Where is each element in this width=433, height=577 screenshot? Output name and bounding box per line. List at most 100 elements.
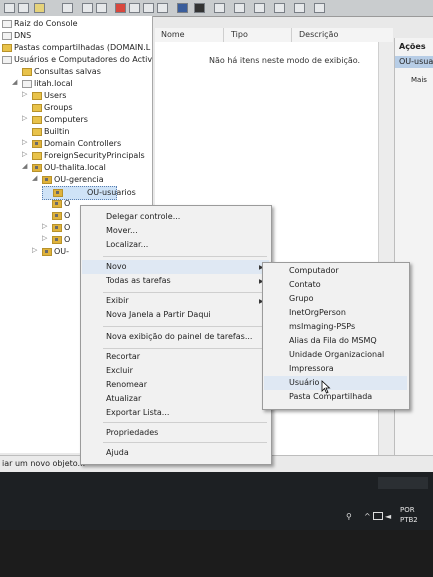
menu-help[interactable]: Ajuda [106,446,129,460]
menu-separator [103,348,267,349]
submenu-computer[interactable]: Computador [289,264,339,278]
mouse-cursor-icon [321,380,331,394]
tree-label: O [64,235,71,244]
column-name[interactable]: Nome [161,30,185,39]
folder-icon [32,128,42,136]
console-root-icon [2,20,12,28]
submenu-user[interactable]: Usuário [289,376,319,390]
menu-move[interactable]: Mover... [106,224,138,238]
menu-delegate-control[interactable]: Delegar controle... [106,210,180,224]
toolbar [0,0,433,17]
copy-icon[interactable] [129,3,140,13]
menu-cut[interactable]: Recortar [106,350,140,364]
back-icon[interactable] [4,3,15,13]
refresh-icon[interactable] [96,3,107,13]
filter-icon[interactable] [274,3,285,13]
actions-header: Ações [399,42,426,51]
tree-label: OU-usuarios [87,188,136,197]
menu-separator [103,442,267,443]
delete-icon[interactable] [115,3,126,13]
tree-label: O [64,211,71,220]
menu-rename[interactable]: Renomear [106,378,147,392]
tree-label: OU-gerencia [54,175,104,184]
column-type[interactable]: Tipo [231,30,248,39]
menu-new[interactable]: Novo [106,260,127,274]
ou-icon [42,248,52,256]
ou-icon [52,200,62,208]
submenu-msimaging-psps[interactable]: msImaging-PSPs [289,320,355,334]
export-icon[interactable] [143,3,154,13]
expand-icon[interactable]: ▷ [22,138,29,146]
column-divider[interactable] [291,28,292,42]
expand-icon[interactable]: ▷ [32,246,39,254]
submenu-msmq-alias[interactable]: Alias da Fila do MSMQ [289,334,377,348]
submenu-organizational-unit[interactable]: Unidade Organizacional [289,348,384,362]
tree-label: Users [44,91,67,100]
show-tree-icon[interactable] [62,3,73,13]
tree-label: Builtin [44,127,70,136]
help-book-icon[interactable] [177,3,188,13]
collapse-icon[interactable]: ◢ [12,78,19,86]
dns-icon [2,32,12,40]
tree-label: ForeignSecurityPrincipals [44,151,145,160]
ad-users-icon [2,56,12,64]
menu-delete[interactable]: Excluir [106,364,133,378]
expand-icon[interactable]: ▷ [42,222,49,230]
menu-all-tasks[interactable]: Todas as tarefas [106,274,171,288]
add-user-icon[interactable] [214,3,225,13]
collapse-icon[interactable]: ◢ [22,162,29,170]
menu-properties[interactable]: Propriedades [106,426,158,440]
tree-label: OU- [54,247,70,256]
collapse-icon[interactable]: ◢ [32,174,39,182]
menu-view[interactable]: Exibir [106,294,129,308]
forward-icon[interactable] [18,3,29,13]
tree-root-label: Raiz do Console [14,19,78,28]
add-group-icon[interactable] [234,3,245,13]
network-icon[interactable] [373,512,383,520]
menu-separator [103,326,267,327]
menu-new-window[interactable]: Nova Janela a Partir Daqui [106,308,211,322]
ou-icon [32,164,42,172]
tree-item-ou-usuarios[interactable]: OU-usuarios [42,186,136,200]
tree-label: Usuários e Computadores do Activ [14,55,153,64]
tree-label: O [64,223,71,232]
menu-separator [103,422,267,423]
volume-icon[interactable]: ◄ [385,512,391,521]
submenu-contact[interactable]: Contato [289,278,321,292]
menu-new-taskpad[interactable]: Nova exibição do painel de tarefas... [106,330,252,344]
column-divider[interactable] [223,28,224,42]
expand-icon[interactable]: ▷ [22,114,29,122]
submenu-printer[interactable]: Impressora [289,362,334,376]
column-description[interactable]: Descrição [299,30,338,39]
menu-find[interactable]: Localizar... [106,238,148,252]
find-icon[interactable] [294,3,305,13]
actions-more[interactable]: Mais [411,76,427,84]
up-arrow-icon[interactable]: ^ [364,512,371,521]
add-ou-icon[interactable] [254,3,265,13]
language-indicator[interactable]: POR [400,506,415,514]
keyboard-layout[interactable]: PTB2 [400,516,418,524]
expand-icon[interactable]: ▷ [22,90,29,98]
submenu-group[interactable]: Grupo [289,292,314,306]
mmc-window: Raiz do Console DNS Pastas compartilhada… [0,0,433,500]
list-header: Nome Tipo Descrição [155,28,393,43]
properties-icon[interactable] [82,3,93,13]
menu-separator [103,292,267,293]
ou-icon [52,212,62,220]
actions-item-ou[interactable]: OU-usuari [395,56,433,68]
expand-icon[interactable]: ▷ [22,150,29,158]
menu-export-list[interactable]: Exportar Lista... [106,406,169,420]
folder-icon [32,116,42,124]
expand-icon[interactable]: ▷ [42,234,49,242]
tree-label: Consultas salvas [34,67,101,76]
ou-icon [52,236,62,244]
submenu-inetorgperson[interactable]: InetOrgPerson [289,306,346,320]
console-icon[interactable] [194,3,205,13]
user-icon[interactable] [314,3,325,13]
menu-refresh[interactable]: Atualizar [106,392,141,406]
folder-up-icon[interactable] [34,3,45,13]
empty-message: Não há itens neste modo de exibição. [209,56,361,65]
people-icon[interactable]: ⚲ [346,512,352,521]
ou-icon [52,224,62,232]
help-icon[interactable] [157,3,168,13]
